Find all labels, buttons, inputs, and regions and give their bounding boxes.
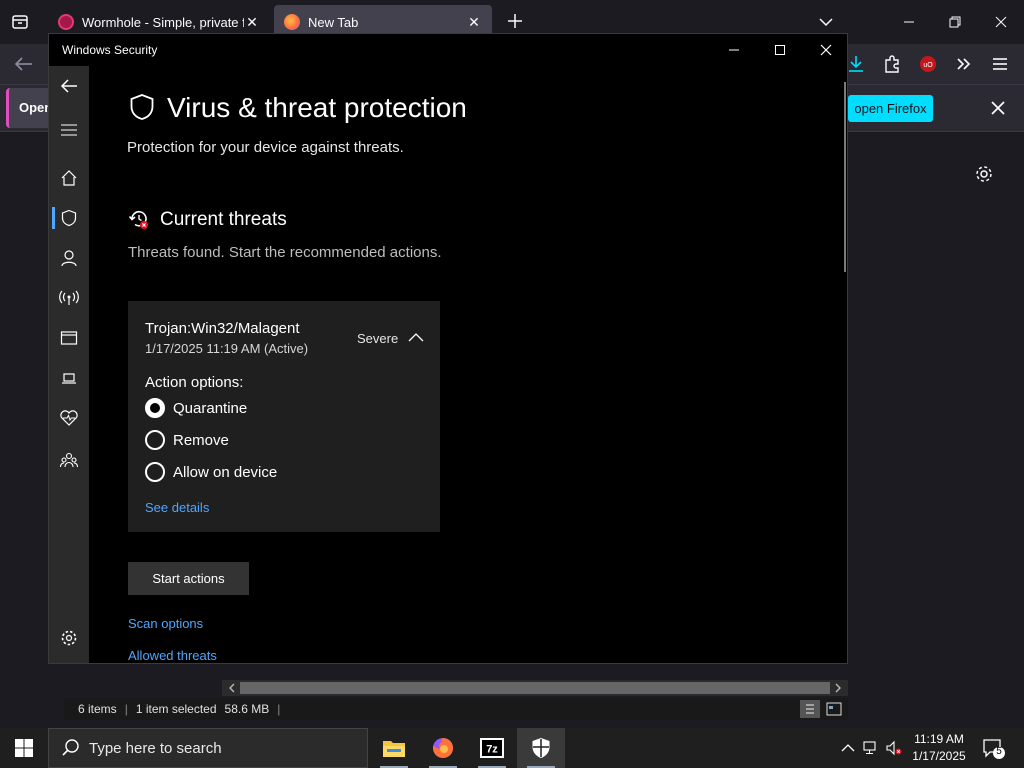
firefox-taskbar-icon[interactable] <box>419 728 467 768</box>
item-count: 6 items <box>78 702 117 716</box>
vertical-scrollbar[interactable] <box>844 82 846 272</box>
explorer-status-bar: 6 items | 1 item selected 58.6 MB | <box>64 698 848 720</box>
account-person-icon[interactable] <box>57 246 81 270</box>
scrollbar-thumb[interactable] <box>240 682 830 694</box>
radio-unselected-icon[interactable] <box>145 462 165 482</box>
hamburger-menu-icon[interactable] <box>57 118 81 142</box>
wormhole-favicon-icon <box>58 14 74 30</box>
page-title: Virus & threat protection <box>167 92 467 123</box>
search-placeholder: Type here to search <box>89 739 222 757</box>
navigation-rail <box>49 66 89 663</box>
close-icon[interactable] <box>988 98 1008 118</box>
shield-icon <box>129 93 155 121</box>
threat-name: Trojan:Win32/Malagent <box>145 320 300 337</box>
hamburger-menu-icon[interactable] <box>990 54 1010 74</box>
file-explorer-taskbar-icon[interactable] <box>370 728 418 768</box>
network-status-icon[interactable] <box>863 740 879 756</box>
windows-start-icon[interactable] <box>0 728 48 768</box>
download-icon[interactable] <box>846 54 866 74</box>
action-options-label: Action options: <box>145 374 244 391</box>
shield-icon[interactable] <box>57 206 81 230</box>
taskbar-search-box[interactable]: Type here to search <box>48 728 368 768</box>
svg-text:7z: 7z <box>486 744 498 756</box>
app-browser-window-icon[interactable] <box>57 326 81 350</box>
clock-time: 11:19 AM <box>914 732 964 746</box>
details-view-icon[interactable] <box>800 700 820 718</box>
quarantine-radio[interactable]: Quarantine <box>145 397 247 419</box>
radio-selected-icon[interactable] <box>145 398 165 418</box>
close-icon[interactable] <box>803 34 847 66</box>
radio-label: Quarantine <box>173 399 248 417</box>
close-icon[interactable] <box>978 8 1024 36</box>
back-arrow-icon[interactable] <box>57 74 81 98</box>
current-threats-heading: Current threats <box>160 209 287 230</box>
threat-severity: Severe <box>357 331 399 346</box>
maximize-icon[interactable] <box>757 34 803 66</box>
firefox-favicon-icon <box>284 14 300 30</box>
chevron-up-icon[interactable] <box>407 330 425 344</box>
chevron-down-icon[interactable] <box>816 12 836 32</box>
windows-security-taskbar-icon[interactable] <box>517 728 565 768</box>
selection-size: 58.6 MB <box>224 702 270 716</box>
ublock-origin-icon[interactable]: uO <box>918 54 938 74</box>
device-laptop-icon[interactable] <box>57 366 81 390</box>
tab-list-icon[interactable] <box>8 10 32 34</box>
chevron-up-icon[interactable] <box>840 740 856 756</box>
gear-icon[interactable] <box>974 164 994 184</box>
minimize-icon[interactable] <box>711 34 757 66</box>
scroll-right-icon[interactable] <box>832 682 844 694</box>
page-subtitle: Protection for your device against threa… <box>127 139 404 156</box>
start-actions-button[interactable]: Start actions <box>128 562 249 595</box>
volume-muted-icon[interactable] <box>886 740 902 756</box>
taskbar-clock[interactable]: 11:19 AM 1/17/2025 <box>908 731 970 765</box>
notification-count: 5 <box>996 746 1002 757</box>
clock-date: 1/17/2025 <box>912 749 966 763</box>
scroll-left-icon[interactable] <box>226 682 238 694</box>
more-tools-chevrons-icon[interactable] <box>954 54 974 74</box>
svg-text:uO: uO <box>923 62 933 69</box>
search-icon <box>62 739 79 756</box>
window-title: Windows Security <box>62 43 158 57</box>
current-threats-subtitle: Threats found. Start the recommended act… <box>128 244 442 261</box>
notification-center-icon[interactable]: 5 <box>982 738 1006 760</box>
threat-history-icon <box>128 208 150 230</box>
scan-options-link[interactable]: Scan options <box>128 616 203 631</box>
extensions-puzzle-icon[interactable] <box>882 54 902 74</box>
close-tab-icon[interactable]: ✕ <box>466 14 482 30</box>
see-details-link[interactable]: See details <box>145 500 209 515</box>
radio-label: Remove <box>173 431 229 449</box>
back-arrow-icon[interactable] <box>12 54 36 74</box>
network-antenna-icon[interactable] <box>57 286 81 310</box>
allow-on-device-radio[interactable]: Allow on device <box>145 461 277 483</box>
tiles-view-icon[interactable] <box>824 700 844 718</box>
selection-count: 1 item selected <box>135 702 217 716</box>
family-options-icon[interactable] <box>57 448 81 472</box>
minimize-icon[interactable] <box>886 8 932 36</box>
windows-security-window: Windows Security Virus & threat protecti… <box>48 33 848 664</box>
active-nav-indicator <box>52 207 55 229</box>
close-tab-icon[interactable]: ✕ <box>244 14 260 30</box>
separator: | <box>277 702 281 716</box>
new-tab-icon[interactable] <box>504 10 526 32</box>
radio-unselected-icon[interactable] <box>145 430 165 450</box>
tab-title: Wormhole - Simple, private file <box>82 14 244 30</box>
allowed-threats-link[interactable]: Allowed threats <box>128 648 217 663</box>
remove-radio[interactable]: Remove <box>145 429 229 451</box>
7zip-taskbar-icon[interactable]: 7z <box>468 728 516 768</box>
radio-label: Allow on device <box>173 463 278 481</box>
settings-gear-icon[interactable] <box>57 626 81 650</box>
heart-health-icon[interactable] <box>57 406 81 430</box>
tab-title: New Tab <box>308 14 359 30</box>
open-firefox-button[interactable]: open Firefox <box>848 95 933 122</box>
home-icon[interactable] <box>57 166 81 190</box>
restore-icon[interactable] <box>932 8 978 36</box>
threat-date: 1/17/2025 11:19 AM (Active) <box>145 341 309 356</box>
separator: | <box>124 702 128 716</box>
